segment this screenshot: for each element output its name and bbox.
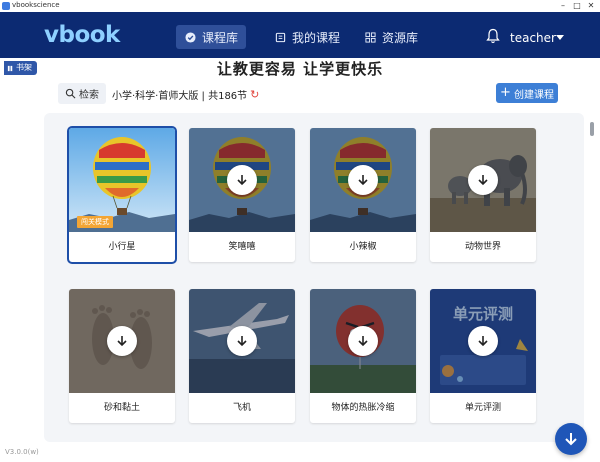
maximize-icon[interactable]: □: [570, 0, 584, 12]
create-course-button[interactable]: + 创建课程: [496, 83, 558, 103]
app-icon: [2, 2, 10, 10]
search-label: 检索: [79, 90, 99, 101]
course-title: 飞机: [232, 403, 251, 413]
course-meta: 小学·科学·首师大版 | 共186节 ↻: [112, 87, 259, 102]
grid-icon: [364, 31, 376, 43]
page-slogan: 让教更容易 让学更快乐: [216, 60, 384, 78]
scrollbar-thumb[interactable]: [590, 122, 594, 136]
shield-check-icon: [184, 31, 196, 43]
download-icon[interactable]: [468, 165, 498, 195]
nav-label: 资源库: [382, 30, 419, 45]
download-icon[interactable]: [227, 326, 257, 356]
course-card[interactable]: 动物世界: [430, 128, 536, 262]
plus-icon: +: [500, 85, 511, 100]
course-title: 物体的热胀冷缩: [331, 403, 395, 413]
download-icon[interactable]: [107, 326, 137, 356]
course-meta-text: 小学·科学·首师大版 | 共186节: [112, 91, 248, 102]
refresh-icon[interactable]: ↻: [250, 88, 259, 101]
user-menu[interactable]: teacher: [510, 31, 556, 45]
download-fab-button[interactable]: [555, 423, 587, 455]
download-icon[interactable]: [468, 326, 498, 356]
app-header: vbook 课程库 我的课程 资源库 teacher: [0, 12, 600, 58]
download-icon[interactable]: [348, 165, 378, 195]
course-card[interactable]: 物体的热胀冷缩: [310, 289, 416, 423]
course-card[interactable]: 砂和黏土: [69, 289, 175, 423]
window-title: vbookscience: [12, 1, 60, 9]
course-card[interactable]: 闯关模式 小行星: [67, 126, 177, 264]
course-title: 小辣椒: [349, 242, 377, 252]
chevron-down-icon[interactable]: [556, 35, 564, 40]
logo: vbook: [44, 22, 120, 48]
version-label: V3.0.0(w): [5, 448, 39, 456]
download-icon[interactable]: [227, 165, 257, 195]
window-titlebar: vbookscience – □ ✕: [0, 0, 600, 12]
create-course-label: 创建课程: [513, 89, 554, 101]
course-card[interactable]: 单元评测 单元评测: [430, 289, 536, 423]
download-icon: [565, 433, 577, 446]
search-button[interactable]: 检索: [58, 83, 106, 104]
bell-icon[interactable]: [486, 28, 500, 44]
course-card[interactable]: 笑嘻嘻: [189, 128, 295, 262]
nav-label: 我的课程: [292, 30, 341, 45]
course-card[interactable]: 飞机: [189, 289, 295, 423]
nav-my-courses[interactable]: 我的课程: [266, 25, 348, 49]
course-title: 小行星: [108, 242, 136, 252]
course-title: 单元评测: [464, 403, 501, 413]
course-card[interactable]: 小辣椒: [310, 128, 416, 262]
course-title: 笑嘻嘻: [228, 242, 256, 252]
search-filter-icon: [65, 88, 76, 99]
course-grid: 闯关模式 小行星 笑嘻嘻 小辣椒 动物世界 砂和黏土 飞机 物体的热胀冷缩 单元…: [44, 113, 584, 442]
nav-label: 课程库: [202, 30, 239, 45]
close-icon[interactable]: ✕: [584, 0, 598, 12]
nav-resource-library[interactable]: 资源库: [356, 25, 426, 49]
mode-badge: 闯关模式: [77, 216, 113, 228]
book-icon: [274, 31, 286, 43]
nav-course-library[interactable]: 课程库: [176, 25, 246, 49]
course-title: 砂和黏土: [103, 403, 140, 413]
minimize-icon[interactable]: –: [556, 0, 570, 12]
download-icon[interactable]: [348, 326, 378, 356]
course-title: 动物世界: [464, 242, 501, 252]
